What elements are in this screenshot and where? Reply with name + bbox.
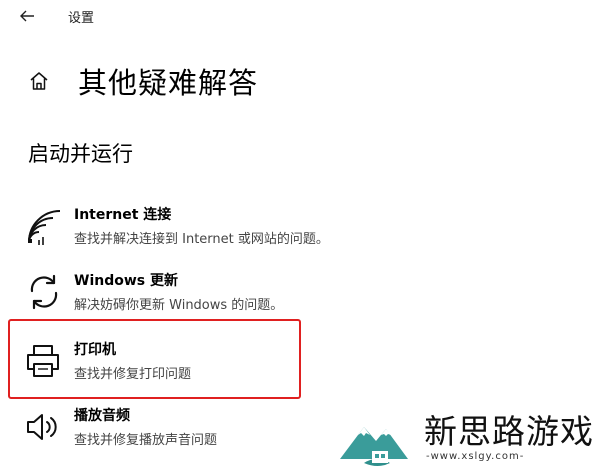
arrow-left-icon [20, 10, 34, 22]
troubleshooter-description: 查找并解决连接到 Internet 或网站的问题。 [74, 232, 329, 247]
app-title: 设置 [68, 11, 95, 26]
troubleshooter-name: 播放音频 [74, 408, 130, 424]
troubleshooter-description: 查找并修复播放声音问题 [74, 433, 218, 448]
title-bar: 设置 [0, 0, 600, 32]
troubleshooter-description: 解决妨碍你更新 Windows 的问题。 [74, 298, 284, 313]
mountain-logo-icon [340, 427, 408, 466]
speaker-icon [27, 414, 57, 440]
troubleshooter-name: Internet 连接 [74, 207, 172, 223]
section-title: 启动并运行 [28, 142, 133, 166]
watermark-url: -www.xslgy.com- [426, 451, 525, 462]
watermark-name: 新思路游戏 [424, 412, 594, 451]
wifi-signal-icon [28, 210, 61, 245]
back-button[interactable] [14, 4, 42, 28]
troubleshooter-name: Windows 更新 [74, 273, 178, 289]
page-title: 其他疑难解答 [78, 66, 259, 100]
watermark: 新思路游戏 -www.xslgy.com- [338, 401, 596, 473]
troubleshooter-name: 打印机 [74, 342, 116, 358]
home-icon [30, 72, 48, 90]
printer-icon [27, 345, 59, 377]
troubleshooter-internet[interactable]: Internet 连接 查找并解决连接到 Internet 或网站的问题。 [24, 204, 329, 254]
troubleshooter-audio[interactable]: 播放音频 查找并修复播放声音问题 [24, 405, 314, 455]
troubleshooter-printer[interactable]: 打印机 查找并修复打印问题 [24, 339, 314, 389]
refresh-sync-icon [30, 274, 58, 310]
troubleshooter-description: 查找并修复打印问题 [74, 367, 192, 382]
troubleshooter-windows-update[interactable]: Windows 更新 解决妨碍你更新 Windows 的问题。 [24, 270, 314, 320]
